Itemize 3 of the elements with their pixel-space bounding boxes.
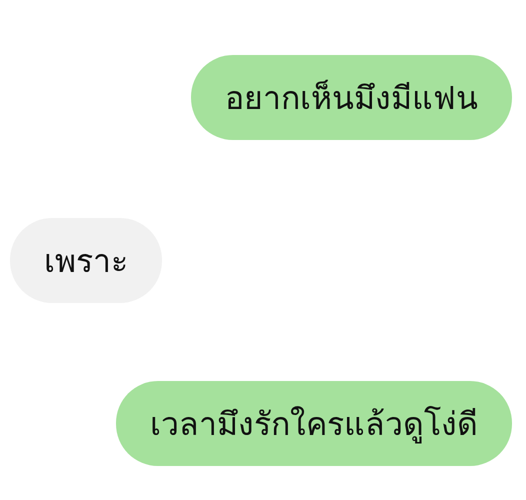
received-message-bubble: เพราะ: [10, 218, 162, 303]
sent-message-bubble: เวลามึงรักใครแล้วดูโง่ดี: [116, 381, 512, 466]
sent-message-bubble: อยากเห็นมึงมีแฟน: [191, 55, 512, 140]
